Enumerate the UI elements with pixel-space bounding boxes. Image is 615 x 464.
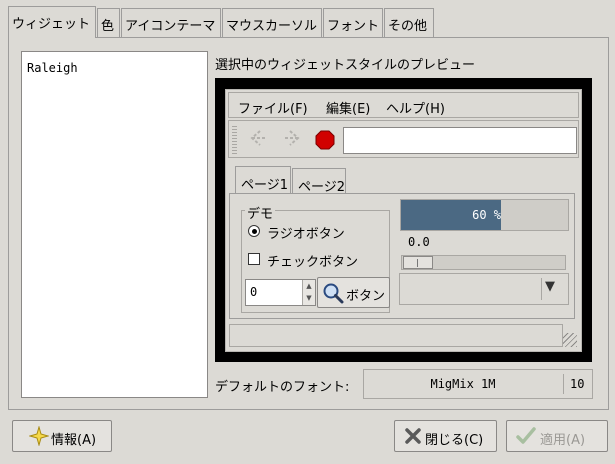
tab-label: マウスカーソル (226, 19, 318, 34)
combo-separator (541, 278, 542, 300)
statusbar (229, 324, 563, 347)
close-button[interactable]: 閉じる(C) (394, 420, 497, 452)
close-button-label: 閉じる(C) (425, 433, 484, 448)
radio-button[interactable] (248, 225, 260, 237)
search-icon (322, 282, 344, 308)
tab-color[interactable]: 色 (97, 8, 120, 37)
back-arrow-icon[interactable] (246, 126, 270, 155)
tab-widget[interactable]: ウィジェット (8, 6, 96, 38)
scale-slider-handle[interactable] (403, 256, 433, 269)
checkbox[interactable] (248, 253, 260, 265)
star-icon (28, 425, 50, 450)
tab-icon-theme[interactable]: アイコンテーマ (121, 8, 221, 37)
chevron-up-icon[interactable]: ▲ (303, 280, 315, 292)
font-separator (563, 374, 564, 394)
combo-box[interactable] (399, 273, 569, 305)
font-size: 10 (570, 377, 585, 391)
apply-button-label: 適用(A) (540, 433, 586, 448)
progress-text: 60 % (472, 208, 501, 222)
theme-list-item[interactable]: Raleigh (27, 61, 202, 75)
tab-label: その他 (388, 19, 428, 34)
font-label: デフォルトのフォント: (215, 380, 350, 395)
tab-label: ウィジェット (12, 17, 91, 32)
forward-arrow-icon[interactable] (280, 126, 304, 155)
menu-help[interactable]: ヘルプ(H) (386, 98, 445, 117)
preview-title: 選択中のウィジェットスタイルのプレビュー (215, 58, 476, 73)
checkbox-label[interactable]: チェックボタン (267, 251, 358, 270)
tab-page2[interactable]: ページ2 (292, 168, 346, 195)
tab-label: ページ1 (241, 178, 289, 193)
search-button[interactable]: ボタン (317, 277, 390, 308)
tab-other[interactable]: その他 (384, 8, 434, 37)
close-icon (404, 427, 422, 449)
tab-label: 色 (101, 19, 115, 34)
chevron-down-icon[interactable]: ▼ (303, 292, 315, 304)
tab-label: フォント (327, 19, 380, 34)
chevron-down-icon[interactable]: ▼ (545, 279, 555, 294)
menu-edit[interactable]: 編集(E) (326, 98, 370, 117)
about-button-label: 情報(A) (51, 433, 97, 448)
search-button-label: ボタン (346, 289, 386, 304)
tab-mouse-cursor[interactable]: マウスカーソル (222, 8, 322, 37)
apply-button[interactable]: 適用(A) (506, 420, 608, 452)
checkmark-icon (516, 427, 536, 449)
toolbar-entry[interactable] (343, 127, 577, 154)
theme-list[interactable]: Raleigh (21, 51, 208, 398)
font-name: MigMix 1M (430, 377, 496, 391)
toolbar-grip-icon[interactable] (232, 124, 237, 154)
resize-grip-icon[interactable] (563, 333, 577, 347)
demo-frame-label: デモ (245, 203, 276, 222)
about-button[interactable]: 情報(A) (12, 420, 112, 452)
tab-label: アイコンテーマ (125, 19, 216, 34)
scale-value: 0.0 (408, 235, 430, 249)
menu-file[interactable]: ファイル(F) (238, 98, 308, 117)
tab-font[interactable]: フォント (323, 8, 383, 37)
tab-page1[interactable]: ページ1 (235, 166, 291, 194)
radio-label[interactable]: ラジオボタン (267, 223, 345, 242)
stop-icon[interactable] (315, 130, 335, 155)
spin-stepper[interactable]: ▲ ▼ (302, 280, 315, 305)
